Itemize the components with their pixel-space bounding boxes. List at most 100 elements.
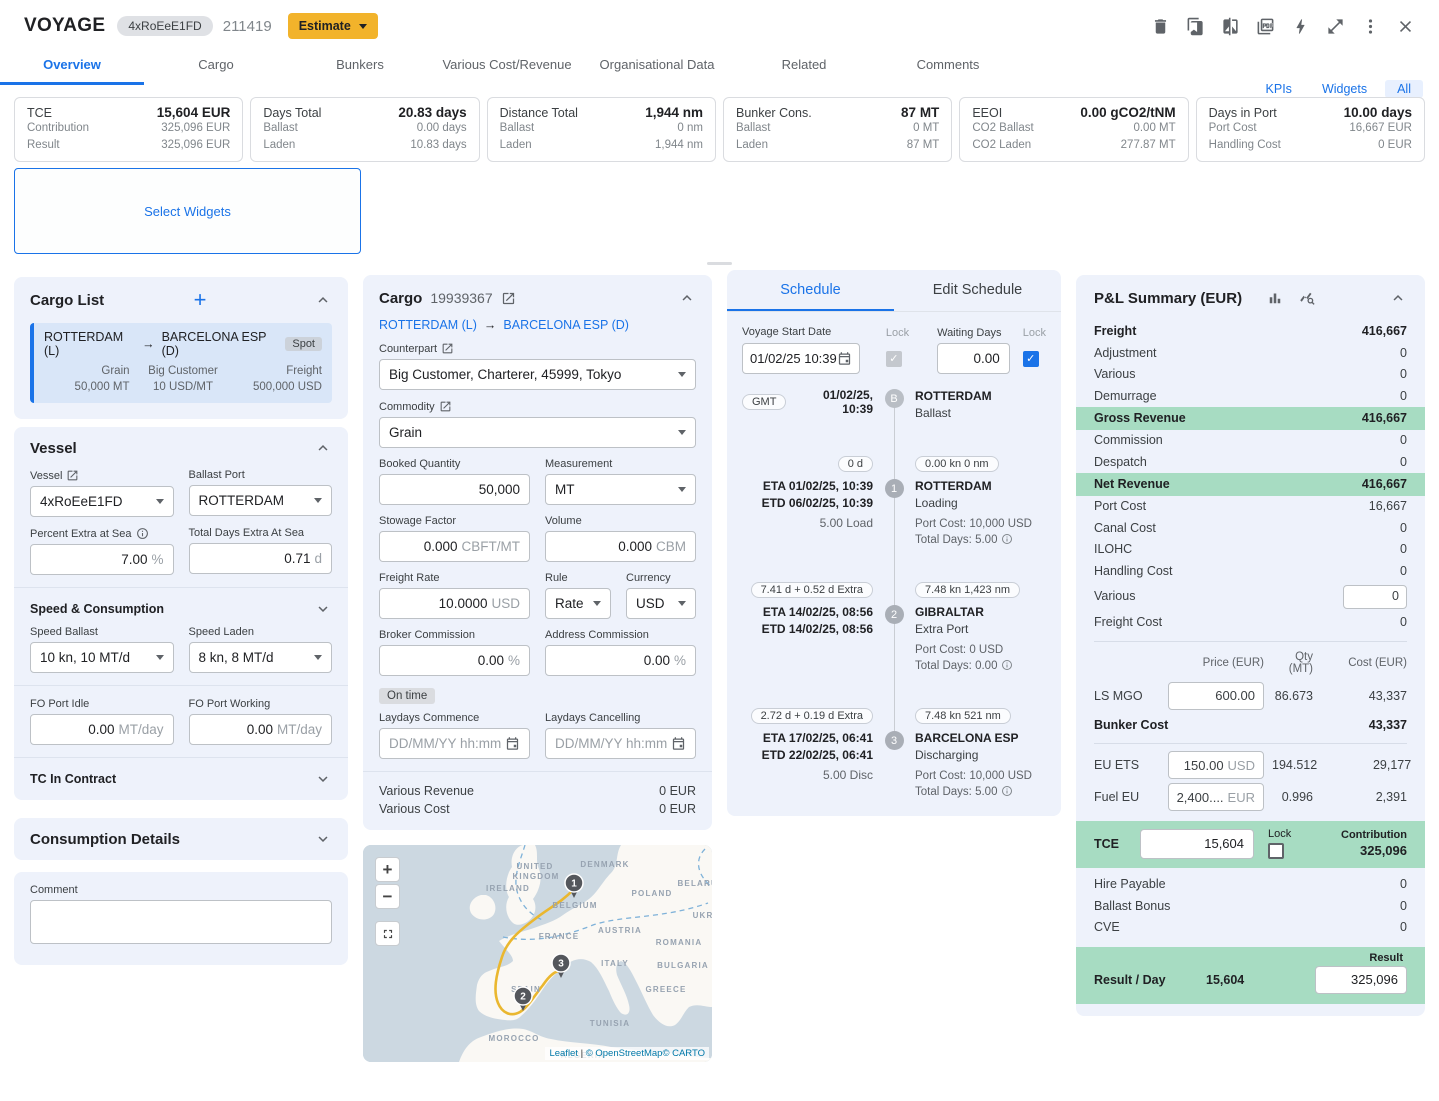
widget-filter: KPIs Widgets All bbox=[1254, 80, 1423, 98]
map-zoom-out-button[interactable]: − bbox=[375, 884, 400, 909]
broker-commission-input[interactable]: 0.00% bbox=[379, 645, 530, 676]
start-date-lock-checkbox[interactable]: ✓ bbox=[886, 351, 902, 367]
various-cost-input[interactable]: 0 bbox=[1343, 585, 1407, 609]
carto-link[interactable]: © CARTO bbox=[662, 1048, 705, 1059]
waiting-days-input[interactable]: 0.00 bbox=[937, 343, 1010, 374]
cargo-item-freight-label: Freight bbox=[236, 363, 322, 379]
add-cargo-icon[interactable]: + bbox=[194, 291, 207, 309]
freight-rate-input[interactable]: 10.0000USD bbox=[379, 588, 530, 619]
expand-icon[interactable] bbox=[1325, 16, 1345, 36]
tab-comments[interactable]: Comments bbox=[876, 48, 1020, 85]
currency-select[interactable]: USD bbox=[626, 588, 696, 619]
vessel-select[interactable]: 4xRoEeE1FD bbox=[30, 486, 174, 517]
speed-ballast-select[interactable]: 10 kn, 10 MT/d bbox=[30, 642, 174, 673]
stowage-factor-input[interactable]: 0.000CBFT/MT bbox=[379, 531, 530, 562]
laydays-cancelling-input[interactable]: DD/MM/YY hh:mm bbox=[545, 728, 696, 759]
vessel-collapse-icon[interactable] bbox=[314, 439, 332, 457]
laydays-cancelling-label: Laydays Cancelling bbox=[545, 712, 696, 724]
estimate-button[interactable]: Estimate bbox=[288, 13, 378, 39]
speed-laden-select[interactable]: 8 kn, 8 MT/d bbox=[189, 642, 333, 673]
analytics-search-icon[interactable] bbox=[1298, 289, 1316, 307]
pnl-row-port-cost: Port Cost16,667 bbox=[1076, 496, 1425, 518]
tc-in-contract-section[interactable]: TC In Contract bbox=[30, 770, 332, 788]
result-header: Result bbox=[1094, 952, 1407, 964]
cargo-list-item[interactable]: ROTTERDAM (L) → BARCELONA ESP (D) Spot G… bbox=[30, 323, 332, 403]
map-fullscreen-button[interactable] bbox=[375, 921, 400, 946]
dropdown-caret-icon bbox=[593, 601, 601, 606]
tab-schedule[interactable]: Schedule bbox=[727, 270, 894, 311]
tab-edit-schedule[interactable]: Edit Schedule bbox=[894, 270, 1061, 311]
export-pdf-icon[interactable] bbox=[1255, 16, 1275, 36]
tab-organisational-data[interactable]: Organisational Data bbox=[582, 48, 732, 85]
compare-icon[interactable] bbox=[1220, 16, 1240, 36]
days-extra-input[interactable]: 0.71d bbox=[189, 543, 333, 574]
comment-textarea[interactable] bbox=[30, 900, 332, 944]
filter-kpis[interactable]: KPIs bbox=[1254, 80, 1304, 98]
various-revenue-value: 0 EUR bbox=[659, 782, 696, 800]
kpi-card-bunker-cons: Bunker Cons.87 MT Ballast0 MT Laden87 MT bbox=[723, 97, 952, 162]
speed-consumption-expand-icon[interactable] bbox=[314, 600, 332, 618]
cargo-list-collapse-icon[interactable] bbox=[314, 291, 332, 309]
leg-speed-distance: 0.00 kn 0 nm bbox=[915, 456, 999, 472]
tce-input[interactable]: 15,604 bbox=[1140, 829, 1254, 859]
cargo-collapse-icon[interactable] bbox=[678, 289, 696, 307]
pnl-row-canal-cost: Canal Cost0 bbox=[1076, 518, 1425, 540]
leaflet-link[interactable]: Leaflet bbox=[549, 1048, 578, 1059]
bar-chart-icon[interactable] bbox=[1266, 289, 1284, 307]
fueleu-price-input[interactable]: 2,400....EUR bbox=[1168, 783, 1264, 811]
filter-widgets[interactable]: Widgets bbox=[1310, 80, 1379, 98]
tab-related[interactable]: Related bbox=[732, 48, 876, 85]
layout-drag-handle[interactable] bbox=[707, 262, 732, 265]
info-icon bbox=[1001, 785, 1013, 797]
calendar-icon[interactable] bbox=[505, 736, 520, 751]
quick-actions-icon[interactable] bbox=[1290, 16, 1310, 36]
commodity-select[interactable]: Grain bbox=[379, 417, 696, 448]
result-input[interactable]: 325,096 bbox=[1315, 966, 1407, 994]
kpi-cards: TCE15,604 EUR Contribution325,096 EUR Re… bbox=[14, 97, 1425, 162]
tce-lock-checkbox[interactable] bbox=[1268, 843, 1284, 859]
consumption-details-expand-icon[interactable] bbox=[314, 830, 332, 848]
waiting-days-lock-checkbox[interactable]: ✓ bbox=[1023, 351, 1039, 367]
cargo-open-icon[interactable] bbox=[501, 291, 516, 306]
pnl-collapse-icon[interactable] bbox=[1389, 289, 1407, 307]
tab-various-cost-revenue[interactable]: Various Cost/Revenue bbox=[432, 48, 582, 85]
svg-text:BELARUS: BELARUS bbox=[677, 879, 712, 888]
tc-in-contract-expand-icon[interactable] bbox=[314, 770, 332, 788]
svg-text:BELGIUM: BELGIUM bbox=[552, 901, 597, 910]
volume-input[interactable]: 0.000CBM bbox=[545, 531, 696, 562]
calendar-icon[interactable] bbox=[671, 736, 686, 751]
origin-port-link[interactable]: ROTTERDAM (L) bbox=[379, 318, 477, 332]
rule-select[interactable]: Rate bbox=[545, 588, 611, 619]
percent-extra-input[interactable]: 7.00% bbox=[30, 544, 174, 575]
duplicate-icon[interactable] bbox=[1185, 16, 1205, 36]
voyage-start-date-input[interactable]: 01/02/25 10:39 bbox=[742, 343, 860, 374]
fo-port-working-input[interactable]: 0.00MT/day bbox=[189, 714, 333, 745]
fo-port-idle-input[interactable]: 0.00MT/day bbox=[30, 714, 174, 745]
delete-icon[interactable] bbox=[1150, 16, 1170, 36]
calendar-icon[interactable] bbox=[837, 351, 852, 366]
tab-bunkers[interactable]: Bunkers bbox=[288, 48, 432, 85]
euets-price-input[interactable]: 150.00USD bbox=[1168, 751, 1264, 779]
select-widgets-box[interactable]: Select Widgets bbox=[14, 168, 361, 254]
speed-consumption-section[interactable]: Speed & Consumption bbox=[30, 600, 332, 618]
tab-overview[interactable]: Overview bbox=[0, 48, 144, 85]
destination-port-link[interactable]: BARCELONA ESP (D) bbox=[503, 318, 629, 332]
svg-text:POLAND: POLAND bbox=[632, 889, 673, 898]
measurement-select[interactable]: MT bbox=[545, 474, 696, 505]
laydays-commence-input[interactable]: DD/MM/YY hh:mm bbox=[379, 728, 530, 759]
filter-all[interactable]: All bbox=[1385, 80, 1423, 98]
booked-quantity-input[interactable]: 50,000 bbox=[379, 474, 530, 505]
address-commission-input[interactable]: 0.00% bbox=[545, 645, 696, 676]
osm-link[interactable]: © OpenStreetMap bbox=[586, 1048, 663, 1059]
pnl-row-demurrage: Demurrage0 bbox=[1076, 386, 1425, 408]
map-zoom-in-button[interactable]: + bbox=[375, 857, 400, 882]
fo-port-working-label: FO Port Working bbox=[189, 698, 333, 710]
route-map[interactable]: UNITED KINGDOM IRELAND DENMARK BELARUS P… bbox=[363, 845, 712, 1062]
timeline-stop-extra-port: ETA 14/02/25, 08:56 ETD 14/02/25, 08:56 … bbox=[742, 604, 1046, 692]
counterpart-select[interactable]: Big Customer, Charterer, 45999, Tokyo bbox=[379, 359, 696, 390]
ballast-port-select[interactable]: ROTTERDAM bbox=[189, 485, 333, 516]
close-icon[interactable] bbox=[1395, 16, 1415, 36]
tab-cargo[interactable]: Cargo bbox=[144, 48, 288, 85]
more-options-icon[interactable] bbox=[1360, 16, 1380, 36]
lsmgo-price-input[interactable]: 600.00 bbox=[1168, 682, 1264, 710]
